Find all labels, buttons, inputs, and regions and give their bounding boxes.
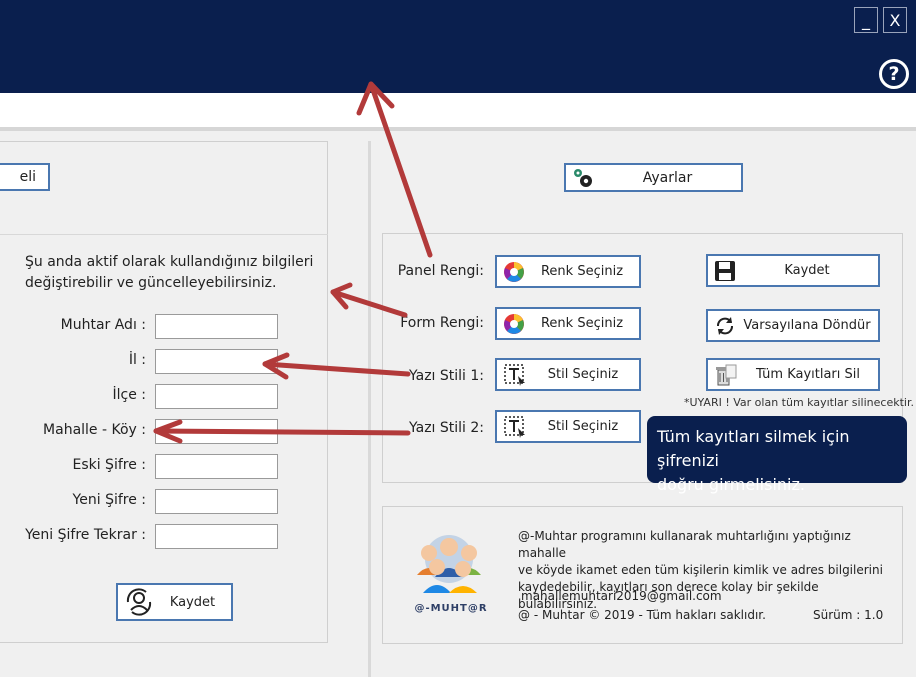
tooltip-line: Tüm kayıtları silmek için şifrenizi <box>657 427 850 470</box>
info-text-line: Şu anda aktif olarak kullandığınız bilgi… <box>25 254 314 270</box>
text-select-icon <box>504 415 525 438</box>
muhtar-name-input[interactable] <box>155 314 278 339</box>
city-select[interactable]: ⌄ <box>155 349 278 374</box>
panel-color-label: Panel Rengi: <box>397 263 484 279</box>
old-password-label: Eski Şifre : <box>72 457 146 473</box>
reset-defaults-button[interactable]: Varsayılana Döndür <box>706 309 880 342</box>
form-color-button[interactable]: Renk Seçiniz <box>495 307 641 340</box>
version: Sürüm : 1.0 <box>813 608 884 622</box>
save-user-button[interactable]: Kaydet <box>116 583 233 621</box>
city-label: İl : <box>128 352 146 368</box>
new-password-repeat-label: Yeni Şifre Tekrar : <box>25 527 146 543</box>
district-label: İlçe : <box>112 387 147 403</box>
separator <box>0 127 916 131</box>
new-password-repeat-input[interactable] <box>155 524 278 549</box>
text-select-icon <box>504 363 525 386</box>
contact-email: mahallemuhtari2019@gmail.com <box>521 589 722 603</box>
copyright: @ - Muhtar © 2019 - Tüm hakları saklıdır… <box>518 608 766 622</box>
help-icon[interactable]: ? <box>879 59 909 89</box>
close-button[interactable]: X <box>883 7 907 33</box>
chevron-down-icon: ⌄ <box>261 354 271 367</box>
toolbar-strip <box>0 93 916 127</box>
minimize-button[interactable]: _ <box>854 7 878 33</box>
delete-all-records-button[interactable]: Tüm Kayıtları Sil <box>706 358 880 391</box>
logo-text: @-MUHT@R <box>414 603 487 614</box>
panel-color-button[interactable]: Renk Seçiniz <box>495 255 641 288</box>
about-line: @-Muhtar programını kullanarak muhtarlığ… <box>518 529 851 560</box>
color-wheel-icon <box>504 313 524 334</box>
neighborhood-label: Mahalle - Köy : <box>43 422 146 438</box>
delete-warning: *UYARI ! Var olan tüm kayıtlar silinecek… <box>684 396 914 409</box>
muhtar-logo: @-MUHT@R <box>414 535 487 614</box>
font-style-1-label: Yazı Stili 1: <box>408 368 484 384</box>
info-text-line: değiştirebilir ve güncelleyebilirsiniz. <box>25 275 277 291</box>
trash-icon <box>716 364 737 385</box>
vertical-divider <box>368 141 371 677</box>
new-password-input[interactable] <box>155 489 278 514</box>
about-line: ve köyde ikamet eden tüm kişilerin kimli… <box>518 563 883 577</box>
district-input[interactable] <box>155 384 278 409</box>
gear-icon <box>574 168 592 187</box>
font-style-1-button[interactable]: Stil Seçiniz <box>495 358 641 391</box>
password-tooltip: Tüm kayıtları silmek için şifrenizi doğr… <box>647 416 907 494</box>
muhtar-name-label: Muhtar Adı : <box>60 317 146 333</box>
font-style-2-button[interactable]: Stil Seçiniz <box>495 410 641 443</box>
old-password-input[interactable] <box>155 454 278 479</box>
divider <box>0 234 328 235</box>
new-password-label: Yeni Şifre : <box>72 492 146 508</box>
user-sync-icon <box>126 588 152 616</box>
info-text: Şu anda aktif olarak kullandığınız bilgi… <box>25 252 325 294</box>
neighborhood-input[interactable] <box>155 419 278 444</box>
edit-button[interactable]: eli <box>0 163 50 191</box>
title-bar <box>0 0 916 93</box>
arrowhead <box>330 282 353 310</box>
color-wheel-icon <box>504 261 524 282</box>
floppy-disk-icon <box>715 260 735 281</box>
settings-button[interactable]: Ayarlar <box>564 163 743 192</box>
tooltip-line: doğru girmelisiniz. <box>657 475 805 494</box>
form-color-label: Form Rengi: <box>400 315 484 331</box>
font-style-2-label: Yazı Stili 2: <box>408 420 484 436</box>
refresh-icon <box>717 316 733 335</box>
save-settings-button[interactable]: Kaydet <box>706 254 880 287</box>
